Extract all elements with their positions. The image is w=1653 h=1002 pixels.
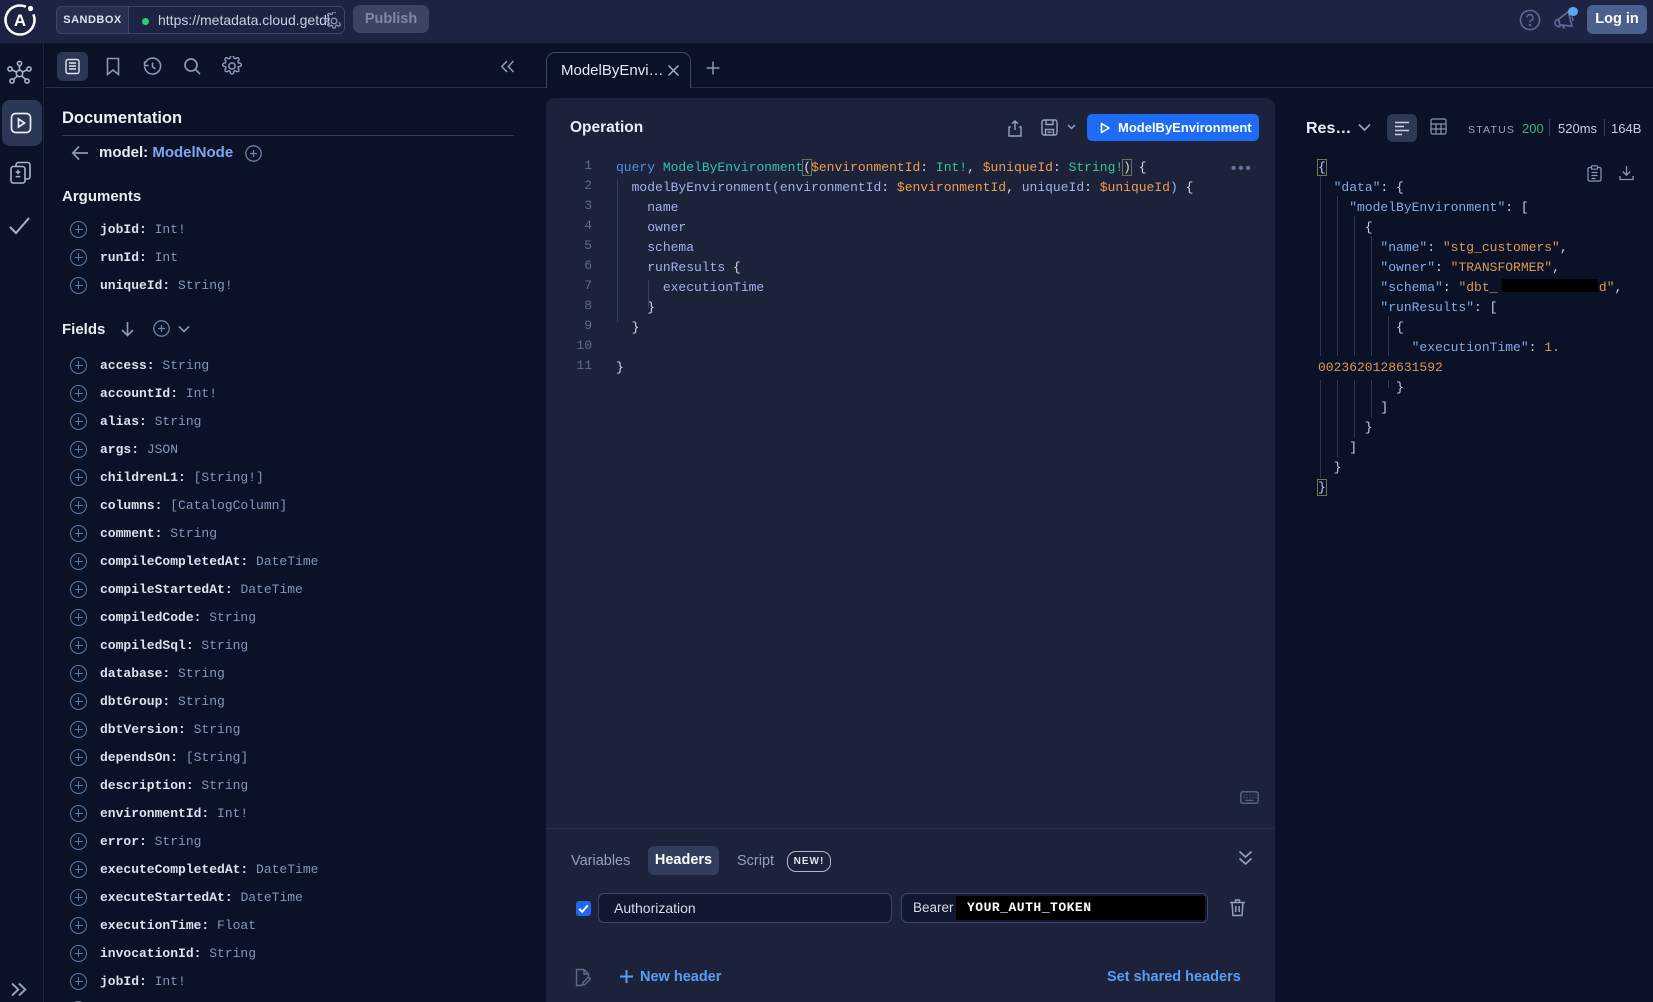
- svg-text:A: A: [14, 11, 26, 30]
